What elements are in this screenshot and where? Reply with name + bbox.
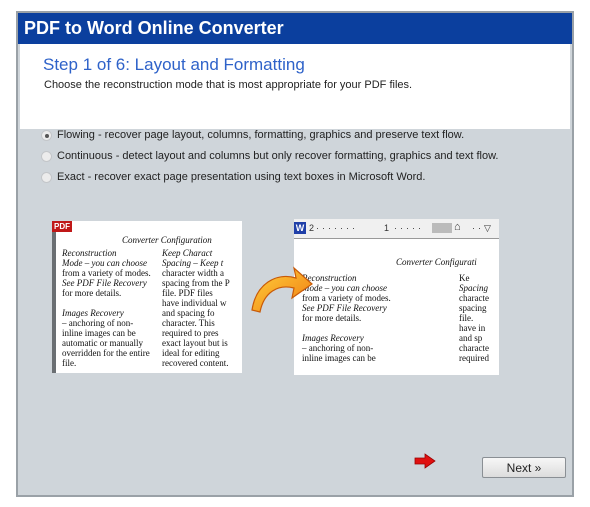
doc-line: Keep Charact <box>162 248 213 258</box>
ruler-indent-icon: ⌂ <box>454 221 461 233</box>
doc-line: required to pres <box>162 328 219 338</box>
doc-line: for more details. <box>302 313 362 323</box>
doc-line: from a variety of modes. <box>302 293 391 303</box>
step-title: Step 1 of 6: Layout and Formatting <box>43 55 305 74</box>
radio-exact[interactable] <box>41 171 52 183</box>
word-column-2: Ke Spacing characte spacing file. have in and … <box>459 273 499 363</box>
doc-line <box>302 323 412 333</box>
ruler-ticks-3: ··▽ <box>472 223 494 233</box>
option-flowing[interactable]: Flowing - recover page layout, columns, … <box>41 129 464 141</box>
pdf-column-2: Keep Charact Spacing – Keep t character wi… <box>162 248 252 368</box>
pdf-icon: PDF <box>52 221 72 232</box>
ruler-number: 2 <box>309 223 315 233</box>
doc-line: – anchoring of non- <box>62 318 134 328</box>
doc-line: inline images can be <box>62 328 136 338</box>
doc-line: required <box>459 353 489 363</box>
radio-continuous[interactable] <box>41 150 52 162</box>
ruler-ticks: ······· <box>316 223 358 233</box>
doc-line: Ke <box>459 273 470 283</box>
doc-line: Images Recovery <box>302 333 364 343</box>
doc-line: file. <box>459 313 474 323</box>
doc-line: file. <box>62 358 77 368</box>
doc-line: ideal for editing <box>162 348 220 358</box>
pdf-column-1: Reconstruction Mode – you can choose from … <box>62 248 162 368</box>
ruler-number-mid: 1 <box>384 223 390 233</box>
doc-line: character. This <box>162 318 215 328</box>
doc-line: spacing <box>459 303 487 313</box>
word-preview: W 2 ······· 1 ····· ⌂ ··▽ Converter Conf… <box>294 219 499 375</box>
word-icon: W <box>294 222 306 234</box>
doc-line: Mode – you can choose <box>302 283 387 293</box>
word-doc-title: Converter Configurati <box>396 257 477 267</box>
option-continuous[interactable]: Continuous - detect layout and columns b… <box>41 150 498 162</box>
option-flowing-label[interactable]: Flowing - recover page layout, columns, … <box>57 129 464 141</box>
doc-line: from a variety of modes. <box>62 268 151 278</box>
doc-line: exact layout but is <box>162 338 228 348</box>
next-button[interactable]: Next » <box>482 457 566 478</box>
convert-arrow-icon <box>251 266 313 313</box>
doc-line: See PDF File Recovery <box>62 278 147 288</box>
doc-line: and spacing fo <box>162 308 215 318</box>
option-exact[interactable]: Exact - recover exact page presentation … <box>41 171 425 183</box>
radio-flowing[interactable] <box>41 129 52 141</box>
option-exact-label[interactable]: Exact - recover exact page presentation … <box>57 171 425 183</box>
doc-line: character width a <box>162 268 224 278</box>
doc-line: Reconstruction <box>302 273 357 283</box>
doc-line: spacing from the P <box>162 278 230 288</box>
doc-line: have in <box>459 323 486 333</box>
doc-line: inline images can be <box>302 353 376 363</box>
doc-line: have individual w <box>162 298 227 308</box>
doc-line: Mode – you can choose <box>62 258 147 268</box>
next-indicator-arrow-icon <box>414 453 436 469</box>
doc-line: for more details. <box>62 288 122 298</box>
step-description: Choose the reconstruction mode that is m… <box>44 79 413 91</box>
doc-line <box>62 298 162 308</box>
doc-line: overridden for the entire <box>62 348 150 358</box>
word-ruler: W 2 ······· 1 ····· ⌂ ··▽ <box>294 219 499 239</box>
doc-line: automatic or manually <box>62 338 143 348</box>
doc-line: See PDF File Recovery <box>302 303 387 313</box>
doc-line: Spacing <box>459 283 488 293</box>
doc-line: Images Recovery <box>62 308 124 318</box>
window-title: PDF to Word Online Converter <box>18 13 572 44</box>
word-column-1: Reconstruction Mode – you can choose from … <box>302 273 412 363</box>
doc-line: characte <box>459 293 489 303</box>
ruler-margin-marker <box>432 223 452 233</box>
doc-line: Reconstruction <box>62 248 117 258</box>
doc-line: file. PDF files <box>162 288 213 298</box>
pdf-doc-title: Converter Configuration <box>122 235 212 245</box>
doc-line: recovered content. <box>162 358 229 368</box>
doc-line: – anchoring of non- <box>302 343 374 353</box>
doc-line: Spacing – Keep t <box>162 258 224 268</box>
step-header: Step 1 of 6: Layout and Formatting Choos… <box>20 44 570 129</box>
doc-line: and sp <box>459 333 483 343</box>
option-continuous-label[interactable]: Continuous - detect layout and columns b… <box>57 150 498 162</box>
ruler-ticks-2: ····· <box>394 223 424 233</box>
doc-line: characte <box>459 343 489 353</box>
pdf-preview: Converter Configuration Reconstruction Mo… <box>52 221 252 373</box>
